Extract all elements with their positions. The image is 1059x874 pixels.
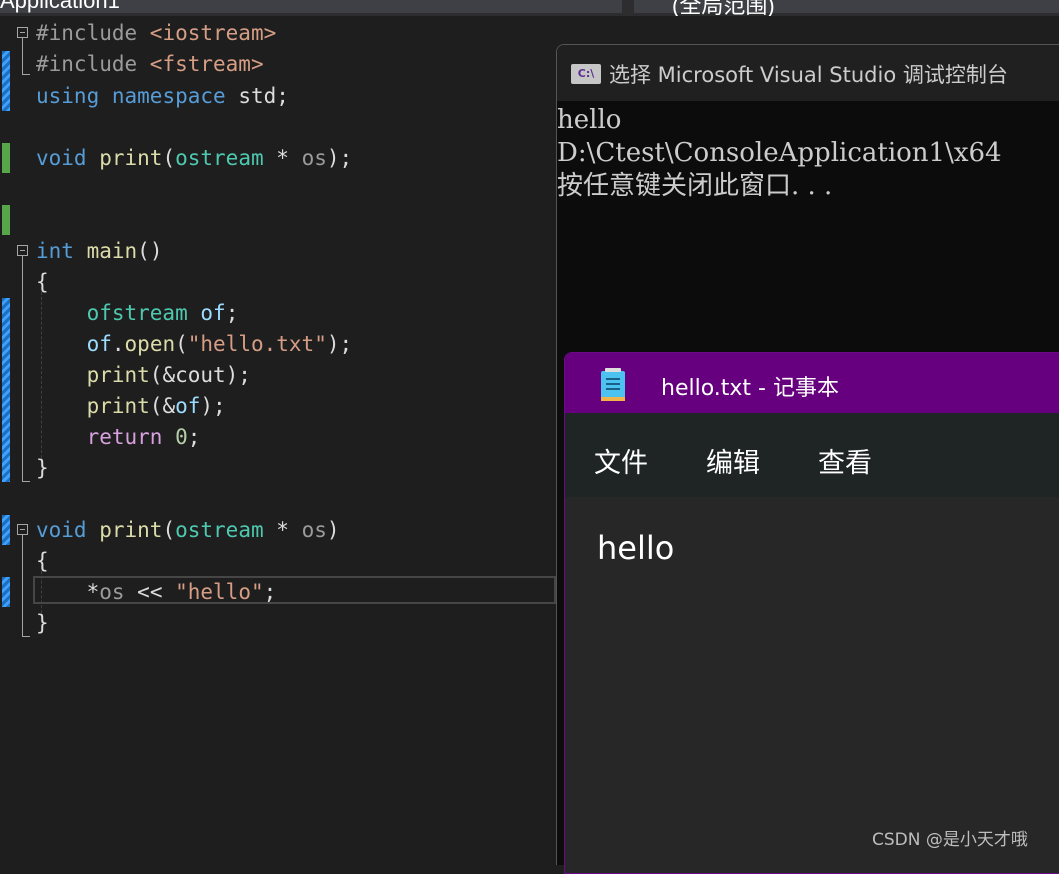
console-titlebar[interactable]: C:\ 选择 Microsoft Visual Studio 调试控制台	[557, 45, 1059, 101]
watermark: CSDN @是小天才哦	[872, 830, 1028, 850]
code-line: void print(ostream * os);	[36, 146, 353, 170]
change-marker	[2, 298, 10, 482]
scope-dropdown-label: (全局范围)	[672, 0, 775, 16]
change-marker	[2, 205, 10, 235]
code-line: }	[36, 611, 49, 635]
code-line: }	[36, 456, 49, 480]
console-title: 选择 Microsoft Visual Studio 调试控制台	[609, 63, 1008, 87]
console-output-line: hello	[557, 105, 622, 135]
code-line: int main()	[36, 239, 163, 263]
console-output-line: 按任意键关闭此窗口. . .	[557, 171, 833, 201]
code-editor[interactable]: #include <iostream> #include <fstream> u…	[0, 16, 556, 858]
outline-line	[22, 38, 23, 74]
notepad-icon	[601, 368, 625, 401]
code-line: ofstream of;	[86, 301, 239, 325]
change-marker	[2, 143, 10, 173]
collapse-toggle[interactable]	[17, 27, 28, 38]
console-app-icon: C:\	[571, 64, 601, 84]
collapse-toggle[interactable]	[17, 524, 28, 535]
code-line: {	[36, 549, 49, 573]
menu-view[interactable]: 查看	[818, 441, 872, 480]
code-line: #include <fstream>	[36, 52, 264, 76]
code-line: void print(ostream * os)	[36, 518, 340, 542]
code-line: {	[36, 270, 49, 294]
code-line: print(&of);	[86, 394, 226, 418]
outline-line	[22, 636, 30, 637]
menu-edit[interactable]: 编辑	[706, 441, 760, 480]
code-line: print(&cout);	[86, 363, 251, 387]
top-toolbar: Application1 (全局范围)	[0, 0, 1059, 16]
code-line: of.open("hello.txt");	[86, 332, 353, 356]
collapse-toggle[interactable]	[17, 245, 28, 256]
outline-line	[22, 535, 23, 636]
change-marker	[2, 577, 10, 607]
outline-line	[22, 481, 30, 482]
code-line: #include <iostream>	[36, 21, 277, 45]
code-line: return 0;	[86, 425, 201, 449]
outline-line	[22, 74, 30, 75]
code-line: *os << "hello";	[86, 580, 277, 604]
console-output-line: D:\Ctest\ConsoleApplication1\x64	[557, 138, 1002, 168]
menu-file[interactable]: 文件	[594, 441, 648, 480]
outline-line	[22, 256, 23, 481]
notepad-text-content: hello	[597, 529, 675, 567]
notepad-titlebar[interactable]: hello.txt - 记事本	[565, 353, 1059, 413]
change-marker	[2, 515, 10, 545]
code-line: using namespace std;	[36, 84, 289, 108]
notepad-window[interactable]: hello.txt - 记事本 文件 编辑 查看 hello	[564, 352, 1059, 874]
notepad-title: hello.txt - 记事本	[661, 376, 839, 401]
change-marker	[2, 51, 10, 111]
project-dropdown-label: Application1	[0, 0, 120, 13]
